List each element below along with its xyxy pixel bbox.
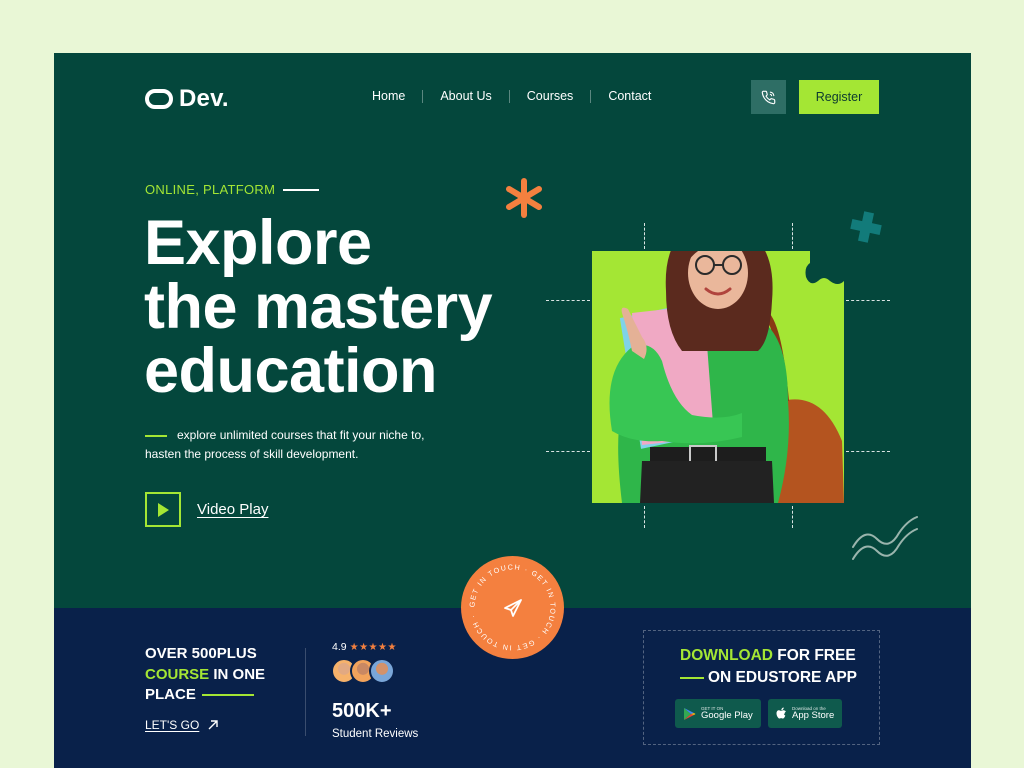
hero-subtext: explore unlimited courses that fit your …: [145, 426, 475, 464]
asterisk-icon: [506, 178, 542, 218]
stat-line-3: PLACE: [145, 686, 196, 703]
download-line: [680, 676, 704, 679]
google-play-small: GET IT ON: [701, 706, 724, 711]
guide-line: [792, 506, 793, 528]
nav-home[interactable]: Home: [372, 89, 422, 103]
hero-eyebrow: ONLINE, PLATFORM: [145, 182, 320, 197]
guide-line: [546, 451, 590, 452]
get-in-touch-badge[interactable]: GET IN TOUCH · GET IN TOUCH · GET IN TOU…: [461, 556, 564, 659]
guide-line: [846, 451, 890, 452]
nav-contact[interactable]: Contact: [591, 89, 668, 103]
arrow-right-icon: [208, 720, 219, 730]
subtext-dash: [145, 434, 167, 437]
logo[interactable]: Dev.: [145, 85, 229, 113]
hero-headline: Explore the mastery education: [144, 211, 564, 403]
lets-go-link[interactable]: LET'S GO: [145, 718, 219, 732]
band-divider: [305, 648, 306, 736]
headline-line-3: education: [144, 336, 438, 406]
subtext-line-1: explore unlimited courses that fit your …: [177, 428, 425, 442]
reviewer-avatars: [331, 658, 395, 684]
rating: 4.9 ★★★★★: [332, 641, 397, 653]
subtext-line-2: hasten the process of skill development.: [145, 447, 359, 461]
app-store-label: App Store: [792, 710, 835, 721]
guide-line: [846, 300, 890, 301]
app-store-button[interactable]: Download on the App Store: [768, 699, 843, 728]
google-play-button[interactable]: GET IT ON Google Play: [675, 699, 761, 728]
download-accent: DOWNLOAD: [680, 647, 773, 664]
guide-line: [546, 300, 590, 301]
play-icon: [158, 502, 169, 517]
review-count: 500K+: [332, 700, 392, 722]
plus-icon: [850, 211, 882, 243]
logo-icon: [145, 89, 173, 109]
headline-line-2: the mastery: [144, 272, 493, 342]
download-line-2: ON EDUSTORE APP: [708, 669, 857, 686]
brand-name: Dev.: [179, 85, 229, 112]
eyebrow-line: [283, 188, 320, 191]
star-rating-icon: ★★★★★: [349, 641, 397, 653]
guide-line: [644, 223, 645, 249]
review-count-label: Student Reviews: [332, 728, 419, 740]
stat-underline: [201, 694, 254, 697]
stat-line-2-rest: IN ONE: [209, 665, 266, 683]
download-title-rest: FOR FREE: [773, 647, 856, 664]
guide-line: [644, 506, 645, 528]
courses-stat-title: OVER 500PLUS COURSE IN ONE PLACE: [145, 644, 285, 706]
avatar: [369, 658, 395, 684]
download-title: DOWNLOAD FOR FREE ON EDUSTORE APP: [680, 645, 857, 689]
main-nav: Home About Us Courses Contact: [372, 89, 668, 103]
download-app-box: DOWNLOAD FOR FREE ON EDUSTORE APP GET IT…: [643, 630, 880, 745]
phone-icon: [761, 90, 776, 104]
hero-photo-frame: [592, 251, 844, 503]
rating-value: 4.9: [332, 641, 347, 653]
nav-about-us[interactable]: About Us: [423, 89, 508, 103]
nav-courses[interactable]: Courses: [510, 89, 591, 103]
google-play-label: Google Play: [701, 710, 753, 721]
landing-frame: Dev. Home About Us Courses Contact Regis…: [54, 53, 971, 768]
headline-line-1: Explore: [144, 208, 372, 278]
video-play-label[interactable]: Video Play: [197, 501, 268, 518]
get-in-touch-ring: GET IN TOUCH · GET IN TOUCH · GET IN TOU…: [467, 562, 556, 652]
apple-icon: [776, 707, 786, 719]
video-play-button[interactable]: Video Play: [145, 492, 268, 527]
paper-plane-icon: [504, 599, 522, 617]
app-store-small: Download on the: [792, 706, 826, 711]
stat-line-1: OVER 500PLUS: [145, 645, 257, 662]
register-button[interactable]: Register: [799, 80, 879, 114]
phone-button[interactable]: [751, 80, 786, 114]
lets-go-label[interactable]: LET'S GO: [145, 718, 199, 732]
guide-line: [792, 223, 793, 249]
student-photo: [609, 251, 844, 503]
stat-accent: COURSE: [145, 665, 210, 683]
google-play-icon: [684, 707, 696, 720]
play-icon-box[interactable]: [145, 492, 181, 527]
squiggle-icon: [852, 516, 918, 560]
eyebrow-text: ONLINE, PLATFORM: [145, 182, 276, 197]
